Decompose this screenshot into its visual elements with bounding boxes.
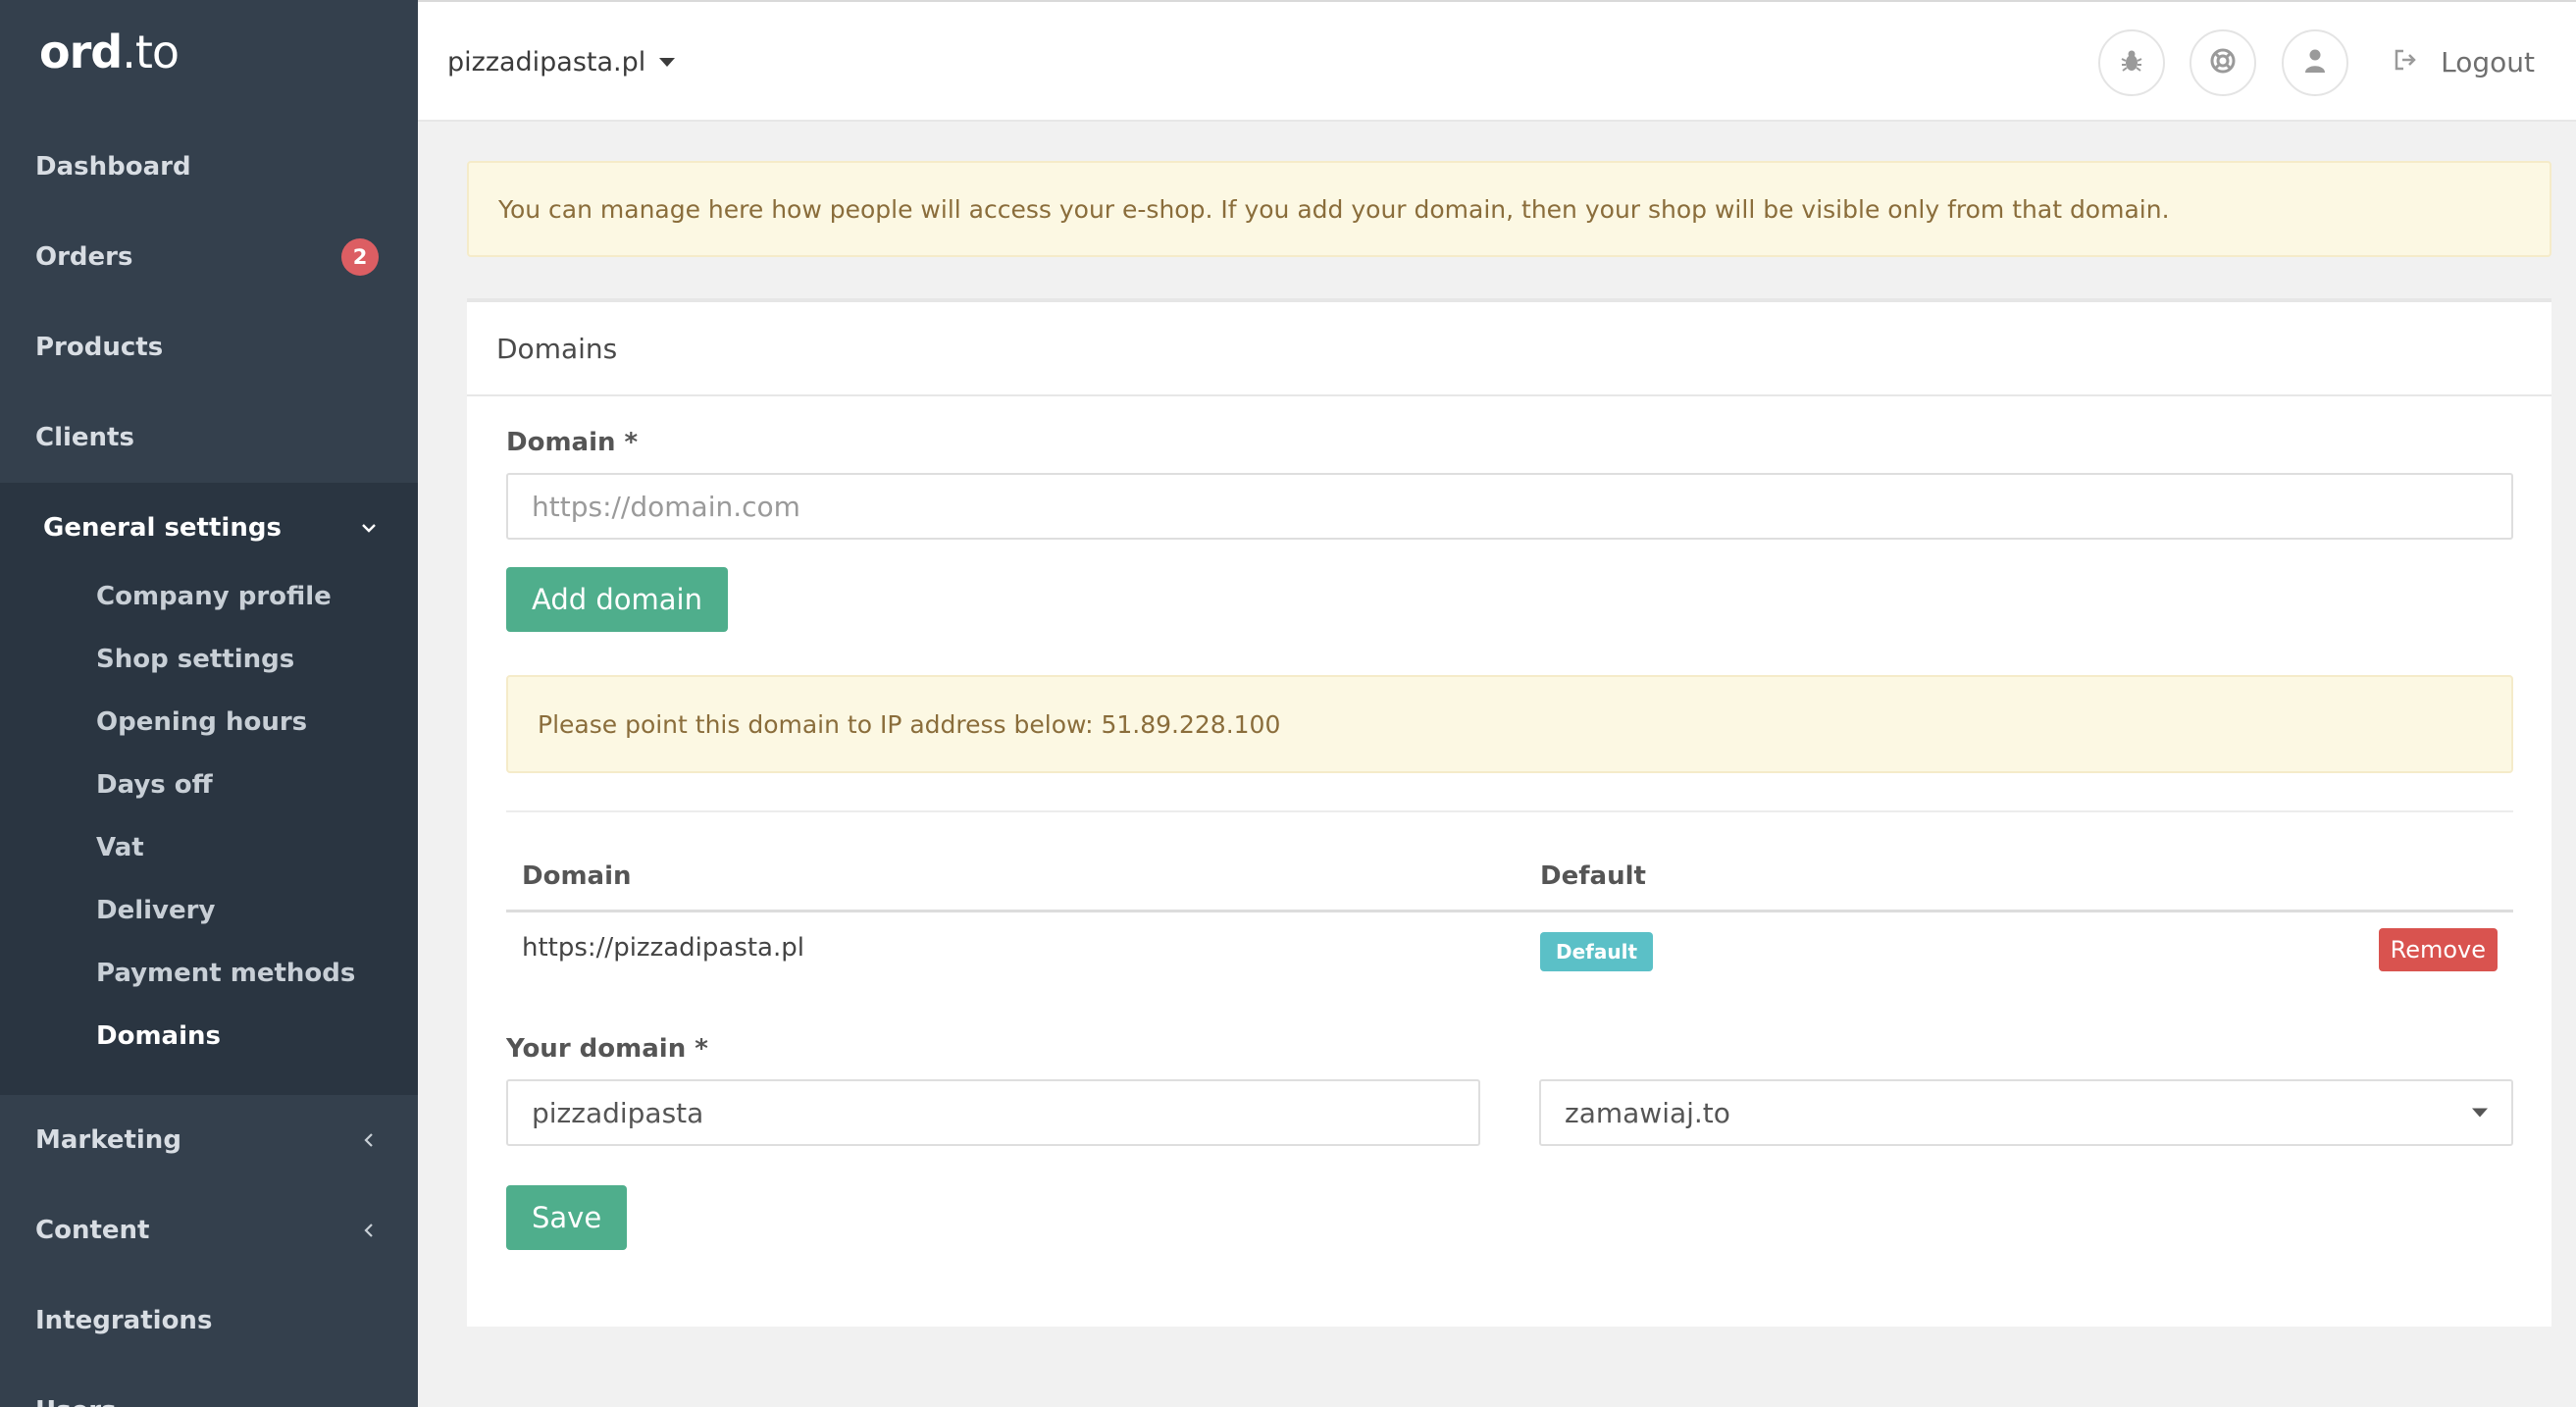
chevron-down-icon (359, 518, 379, 538)
help-button[interactable] (2190, 29, 2256, 96)
logo-light-text: .to (122, 26, 180, 78)
domain-field-label: Domain * (506, 428, 639, 457)
logout-label: Logout (2441, 45, 2535, 78)
info-alert-text: You can manage here how people will acce… (498, 194, 2170, 224)
sidebar-item-label: Orders (35, 242, 133, 272)
info-alert: You can manage here how people will acce… (467, 161, 2551, 257)
sidebar-subitem-delivery[interactable]: Delivery (0, 879, 418, 942)
sidebar-item-products[interactable]: Products (0, 302, 418, 392)
subdomain-input[interactable] (506, 1079, 1480, 1146)
sidebar-subitem-vat[interactable]: Vat (0, 816, 418, 879)
add-domain-button[interactable]: Add domain (506, 567, 728, 632)
section-divider (506, 810, 2513, 812)
orders-count-badge: 2 (341, 238, 379, 276)
remove-domain-button[interactable]: Remove (2378, 928, 2498, 971)
sidebar: ord.to Dashboard Orders 2 Products Clien… (0, 0, 418, 1407)
sidebar-item-marketing[interactable]: Marketing (0, 1095, 418, 1185)
sidebar-group-general-settings: General settings Company profile Shop se… (0, 483, 418, 1095)
sidebar-item-clients[interactable]: Clients (0, 392, 418, 483)
sidebar-item-label: General settings (43, 513, 282, 543)
logout-button[interactable]: Logout (2394, 2, 2535, 122)
sidebar-subitem-label: Delivery (96, 896, 216, 925)
sidebar-item-content[interactable]: Content (0, 1185, 418, 1276)
sidebar-item-dashboard[interactable]: Dashboard (0, 122, 418, 212)
sidebar-item-label: Users (35, 1396, 117, 1407)
user-profile-button[interactable] (2282, 29, 2348, 96)
app-logo[interactable]: ord.to (39, 26, 180, 78)
sidebar-subitem-days-off[interactable]: Days off (0, 754, 418, 816)
sidebar-subitem-label: Opening hours (96, 707, 308, 737)
your-domain-field-label: Your domain * (506, 1034, 708, 1064)
panel-title: Domains (496, 332, 618, 365)
shop-name: pizzadipasta.pl (447, 46, 646, 78)
domains-table-header: Domain Default (506, 861, 2513, 912)
sidebar-subitem-label: Payment methods (96, 959, 356, 988)
sidebar-subitem-label: Vat (96, 833, 144, 862)
sidebar-subitem-opening-hours[interactable]: Opening hours (0, 691, 418, 754)
sidebar-item-general-settings[interactable]: General settings (0, 483, 418, 573)
sidebar-item-orders[interactable]: Orders 2 (0, 212, 418, 302)
column-header-default: Default (1540, 861, 1646, 891)
logout-icon (2394, 46, 2441, 78)
domains-panel: Domains Domain * Add domain Please point… (467, 298, 2551, 1327)
sidebar-subitem-company-profile[interactable]: Company profile (0, 565, 418, 628)
shop-switcher-dropdown[interactable]: pizzadipasta.pl (447, 2, 676, 122)
table-row: https://pizzadipasta.pl Default Remove (506, 912, 2513, 983)
domain-cell: https://pizzadipasta.pl (522, 933, 804, 963)
sidebar-subitem-label: Shop settings (96, 645, 295, 674)
domain-suffix-select[interactable]: zamawiaj.to (1539, 1079, 2513, 1146)
user-icon (2304, 48, 2326, 78)
default-badge: Default (1540, 932, 1654, 971)
logo-strong-text: ord (39, 26, 123, 78)
domain-suffix-value: zamawiaj.to (1565, 1096, 1730, 1129)
sidebar-subitem-domains[interactable]: Domains (0, 1005, 418, 1068)
sidebar-subitem-label: Days off (96, 770, 213, 800)
save-button[interactable]: Save (506, 1185, 628, 1250)
caret-down-icon (2472, 1108, 2488, 1118)
sidebar-item-label: Marketing (35, 1125, 181, 1155)
bug-icon (2119, 48, 2144, 78)
sidebar-item-users[interactable]: Users (0, 1366, 418, 1407)
sidebar-item-label: Clients (35, 423, 134, 452)
ip-notice-alert: Please point this domain to IP address b… (506, 675, 2513, 773)
caret-down-icon (659, 57, 676, 67)
ip-notice-text: Please point this domain to IP address b… (538, 709, 1281, 739)
column-header-domain: Domain (522, 861, 632, 891)
lifebuoy-icon (2209, 47, 2237, 78)
sidebar-item-label: Products (35, 333, 164, 362)
sidebar-subitem-label: Company profile (96, 582, 332, 611)
sidebar-subitem-shop-settings[interactable]: Shop settings (0, 628, 418, 691)
domain-input[interactable] (506, 473, 2513, 540)
top-header: pizzadipasta.pl Logout (418, 0, 2576, 122)
sidebar-item-label: Integrations (35, 1306, 213, 1335)
chevron-left-icon (359, 1130, 379, 1150)
sidebar-item-label: Dashboard (35, 152, 191, 182)
sidebar-item-label: Content (35, 1216, 150, 1245)
sidebar-subitem-label: Domains (96, 1021, 221, 1051)
report-bug-button[interactable] (2098, 29, 2165, 96)
sidebar-subitem-payment-methods[interactable]: Payment methods (0, 942, 418, 1005)
chevron-left-icon (359, 1221, 379, 1240)
panel-heading: Domains (467, 302, 2551, 396)
sidebar-item-integrations[interactable]: Integrations (0, 1276, 418, 1366)
